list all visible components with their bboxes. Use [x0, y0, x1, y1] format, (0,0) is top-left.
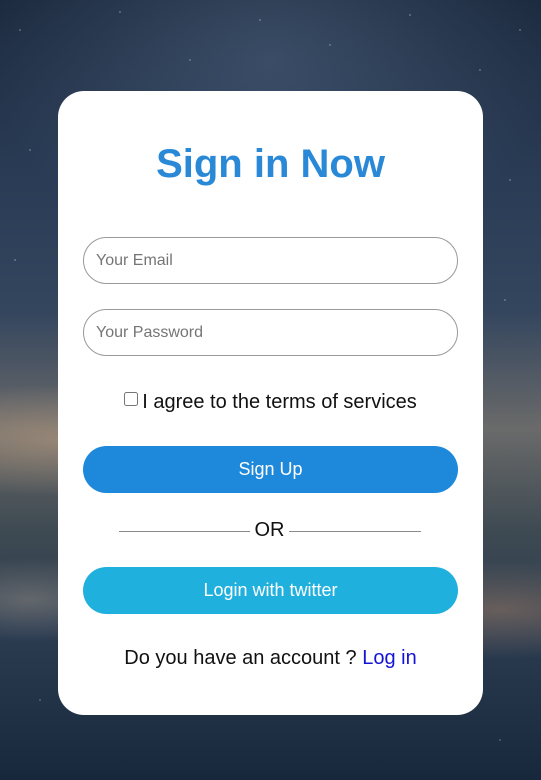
password-field[interactable] [83, 309, 458, 356]
account-prompt-text: Do you have an account ? [124, 647, 357, 669]
signup-button[interactable]: Sign Up [83, 446, 458, 493]
terms-label: I agree to the terms of services [142, 391, 417, 413]
login-link[interactable]: Log in [362, 647, 417, 669]
twitter-login-button[interactable]: Login with twitter [83, 567, 458, 614]
terms-checkbox[interactable] [124, 392, 139, 406]
account-prompt-row: Do you have an account ? Log in [0, 645, 541, 671]
divider-label: OR [254, 519, 285, 541]
divider-line-left [119, 531, 250, 532]
email-field[interactable] [83, 237, 458, 284]
terms-row: I agree to the terms of services [0, 388, 541, 416]
page-title: Sign in Now [156, 142, 385, 186]
divider-line-right [289, 531, 421, 532]
or-divider: OR [119, 517, 421, 543]
